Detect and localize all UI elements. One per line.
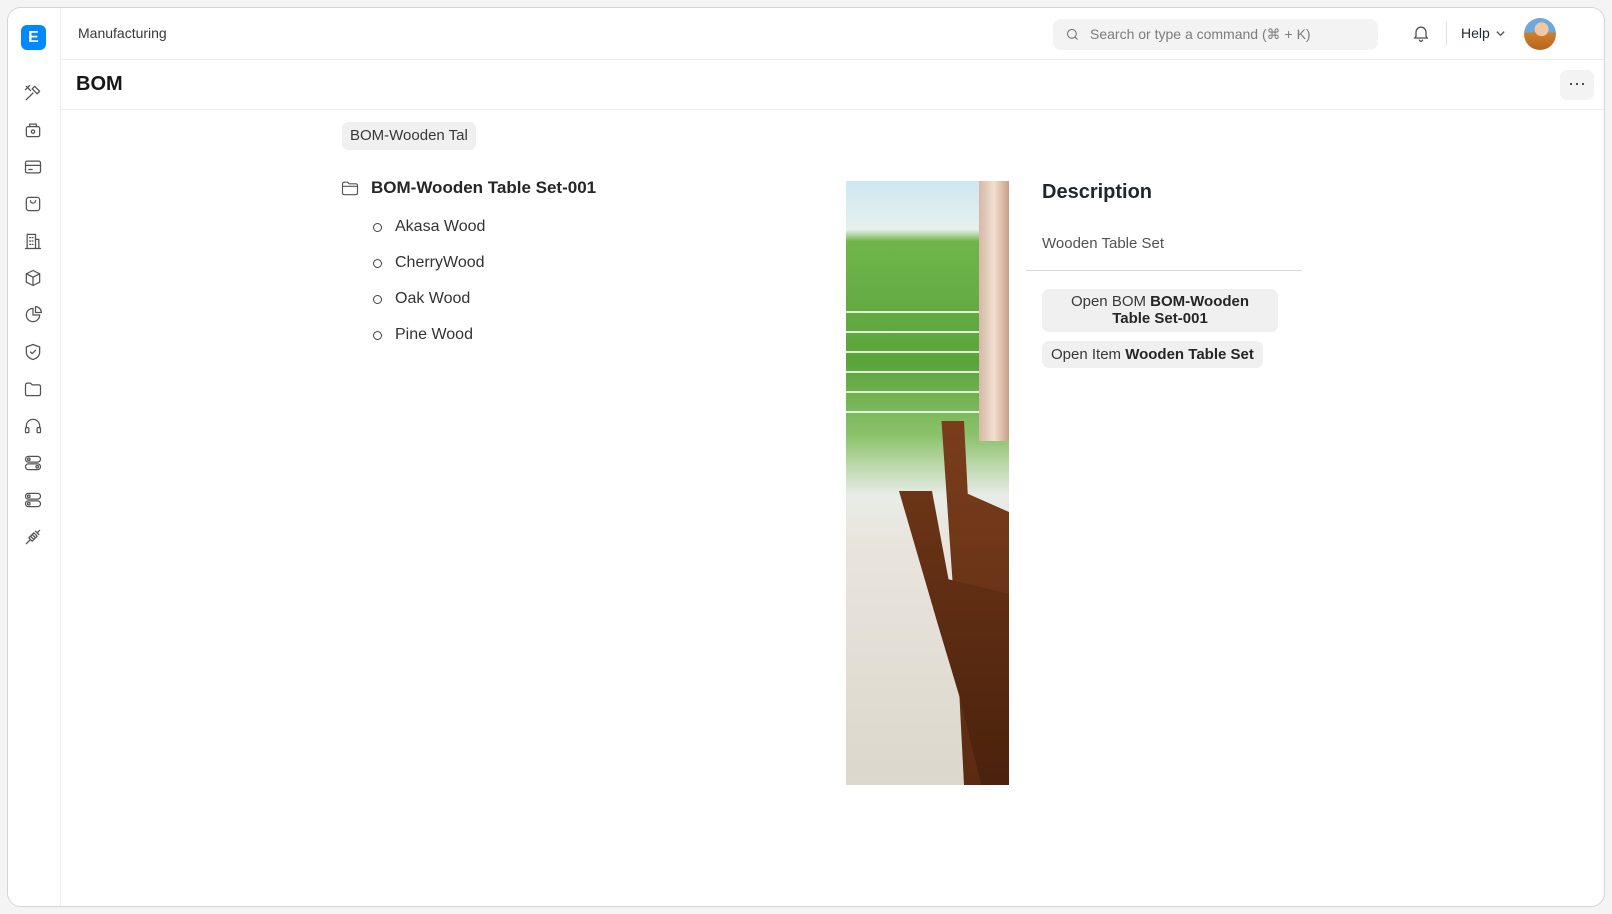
app-logo[interactable]: E: [21, 25, 46, 50]
sidebar: E: [8, 8, 61, 906]
cash-register-icon[interactable]: [22, 119, 44, 141]
help-label: Help: [1461, 25, 1490, 41]
tree-root-label: BOM-Wooden Table Set-001: [371, 178, 597, 197]
box-icon[interactable]: [22, 267, 44, 289]
search-placeholder: Search or type a command (⌘ + K): [1090, 26, 1311, 42]
tree-item-label: Akasa Wood: [395, 218, 486, 235]
headset-icon[interactable]: [22, 415, 44, 437]
chevron-down-icon: [1496, 30, 1505, 36]
breadcrumb[interactable]: Manufacturing: [78, 25, 167, 41]
tree-item[interactable]: Oak Wood: [373, 290, 470, 308]
tools-icon[interactable]: [22, 82, 44, 104]
open-item-name: Wooden Table Set: [1125, 346, 1254, 363]
app-window: E Manufacturing Search or type a command…: [7, 7, 1605, 907]
page-title: BOM: [76, 73, 123, 95]
tree-item[interactable]: CherryWood: [373, 254, 485, 272]
tree-item-label: CherryWood: [395, 254, 485, 271]
notification-bell-icon[interactable]: [1411, 23, 1433, 45]
tree-item[interactable]: Pine Wood: [373, 326, 473, 344]
tree-node-icon: [373, 294, 382, 304]
tree-item-label: Pine Wood: [395, 326, 473, 343]
credit-card-icon[interactable]: [22, 156, 44, 178]
toggle-icon[interactable]: [22, 452, 44, 474]
toggle-alt-icon[interactable]: [22, 489, 44, 511]
description-heading: Description: [1042, 181, 1153, 203]
shopping-bag-icon[interactable]: [22, 193, 44, 215]
item-image: [846, 181, 1009, 785]
tree-node-icon: [373, 222, 382, 232]
description-text: Wooden Table Set: [1042, 235, 1165, 252]
open-item-button[interactable]: Open Item Wooden Table Set: [1042, 341, 1263, 368]
building-icon[interactable]: [22, 230, 44, 252]
tree-item-label: Oak Wood: [395, 290, 471, 307]
bom-filter-chip[interactable]: BOM-Wooden Tal: [342, 122, 476, 150]
search-input[interactable]: Search or type a command (⌘ + K): [1053, 19, 1378, 50]
top-navbar: Manufacturing Search or type a command (…: [61, 8, 1604, 60]
integration-plug-icon[interactable]: [22, 526, 44, 548]
shield-icon[interactable]: [22, 341, 44, 363]
search-icon: [1067, 29, 1078, 40]
tree-node-icon: [373, 258, 382, 268]
tree-root-node[interactable]: BOM-Wooden Table Set-001: [340, 178, 596, 198]
open-item-prefix: Open Item: [1051, 346, 1122, 363]
tree-item[interactable]: Akasa Wood: [373, 218, 485, 236]
folder-icon[interactable]: [22, 378, 44, 400]
open-bom-prefix: Open BOM: [1070, 293, 1146, 310]
navbar-divider: [1446, 22, 1447, 46]
details-divider: [1026, 270, 1302, 271]
more-options-button[interactable]: ···: [1560, 70, 1594, 100]
help-dropdown[interactable]: Help: [1461, 25, 1506, 41]
tree-node-icon: [373, 330, 382, 340]
pie-chart-icon[interactable]: [22, 304, 44, 326]
user-avatar[interactable]: [1524, 18, 1556, 50]
folder-open-icon: [341, 181, 359, 196]
open-bom-button[interactable]: Open BOM BOM-Wooden Table Set-001: [1042, 289, 1278, 332]
page-header: BOM ···: [61, 60, 1604, 110]
